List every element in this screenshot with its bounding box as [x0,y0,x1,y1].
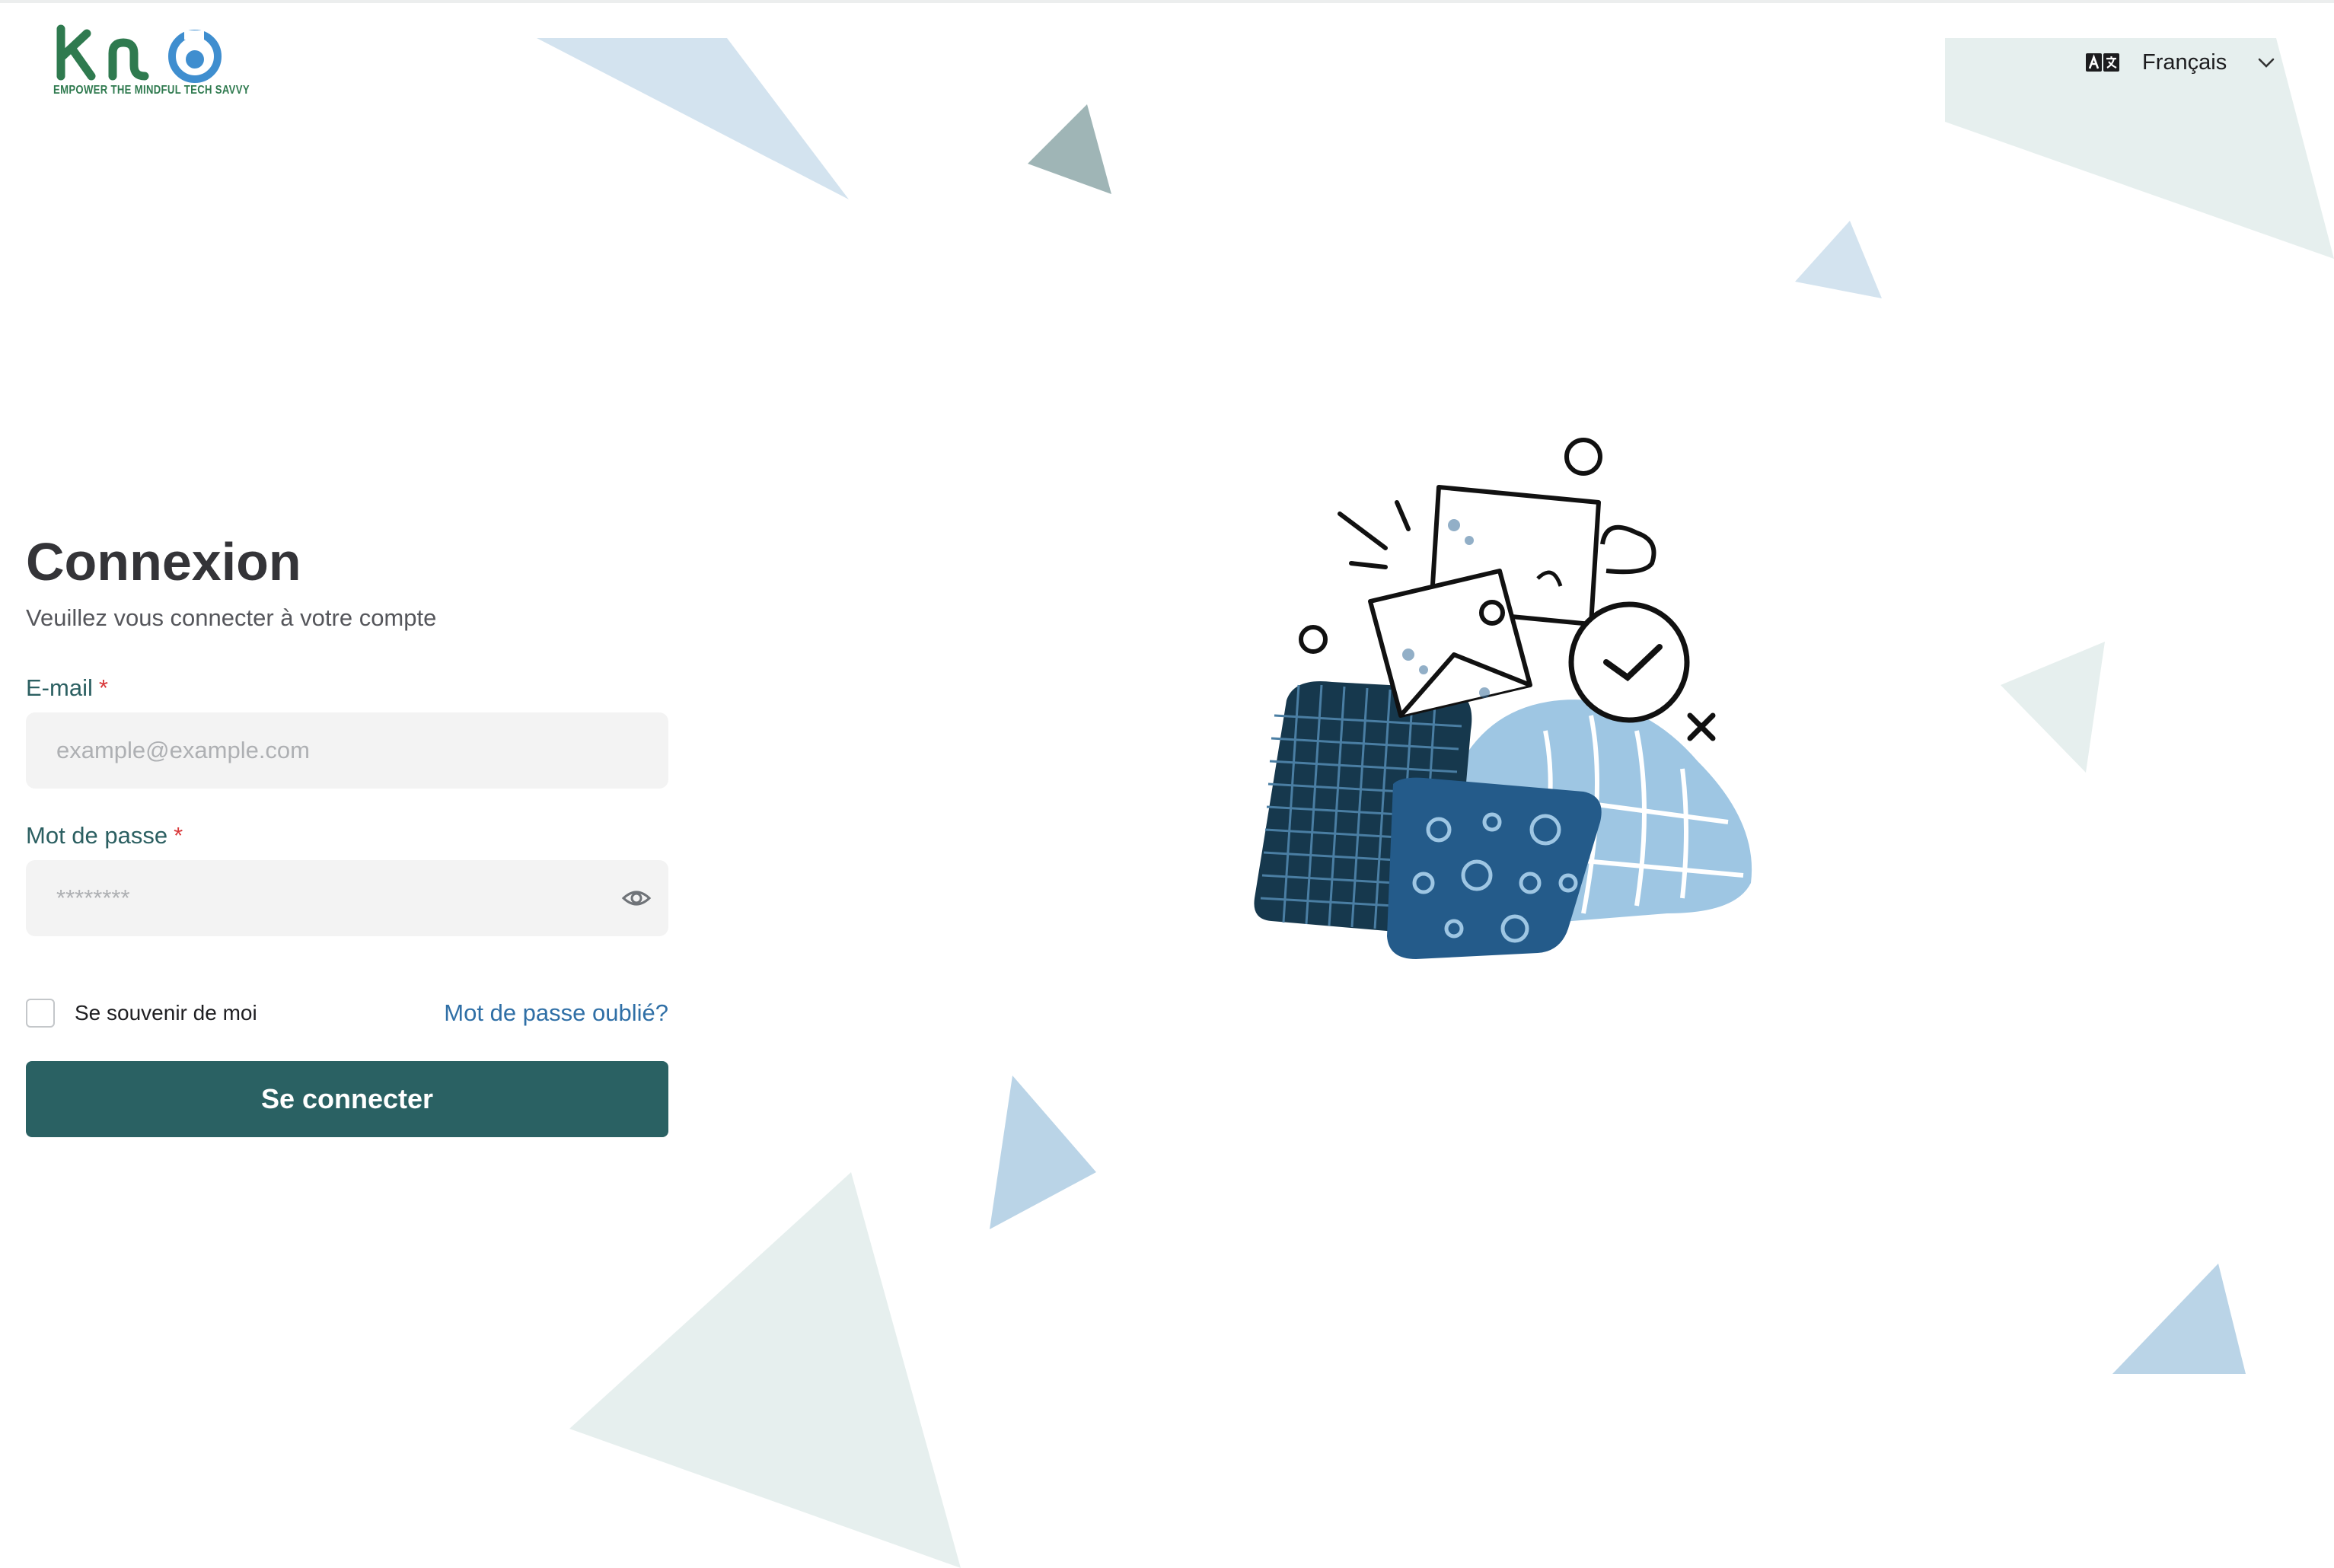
options-row: Se souvenir de moi Mot de passe oublié? [26,999,668,1028]
page-title: Connexion [26,532,301,591]
chevron-down-icon[interactable] [2256,52,2277,73]
required-mark: * [98,674,108,701]
email-input[interactable] [26,712,668,789]
email-label: E-mail * [26,673,668,703]
remember-me-checkbox[interactable] [26,999,55,1028]
page-subtitle: Veuillez vous connecter à votre compte [26,604,437,631]
remember-me-label[interactable]: Se souvenir de moi [75,1001,257,1025]
logo-tagline: EMPOWER THE MINDFUL TECH SAVVY [53,84,250,97]
forgot-password-link[interactable]: Mot de passe oublié? [444,999,668,1027]
password-field-group: Mot de passe * [26,821,668,936]
eye-icon[interactable] [621,884,652,912]
language-label[interactable]: Français [2142,50,2227,75]
password-input[interactable] [26,860,668,936]
password-label-text: Mot de passe [26,822,168,849]
language-selector[interactable]: Français [2086,43,2277,82]
email-input-wrapper [26,712,668,789]
translate-icon [2086,53,2119,72]
remember-me[interactable]: Se souvenir de moi [26,999,257,1028]
required-mark: * [174,822,183,849]
login-button[interactable]: Se connecter [26,1061,668,1137]
email-label-text: E-mail [26,674,93,701]
login-form: Connexion Veuillez vous connecter à votr… [26,525,668,1137]
password-label: Mot de passe * [26,821,668,851]
password-input-wrapper [26,860,668,936]
email-field-group: E-mail * [26,673,668,789]
login-illustration [1254,438,1752,959]
